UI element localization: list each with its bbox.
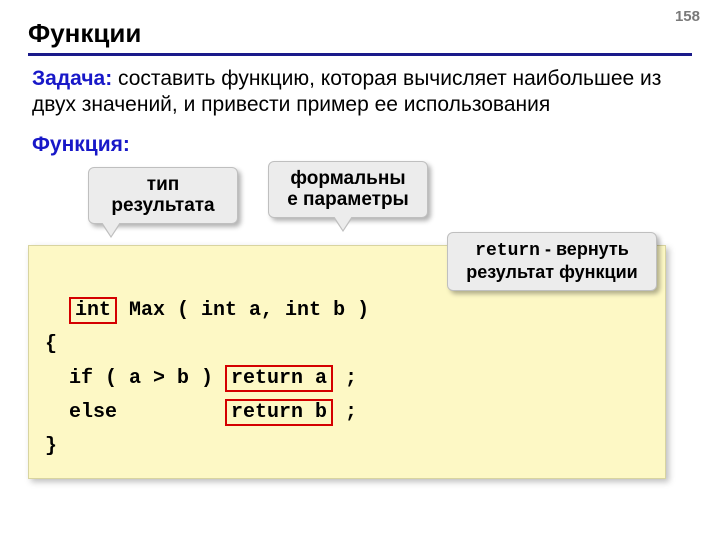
page-title: Функции <box>28 18 692 56</box>
task-label: Задача: <box>32 67 112 90</box>
code-semi-b: ; <box>333 401 357 424</box>
highlight-return-b: return b <box>225 399 333 426</box>
callout-return: return - вернуть результат функции <box>447 232 657 291</box>
callout-row: тип результата формальны е параметры <box>28 167 692 239</box>
callout-formal-params: формальны е параметры <box>268 161 428 219</box>
code-sig: Max ( int a, int b ) <box>117 299 369 322</box>
code-brace-open: { <box>45 333 57 356</box>
code-if: if ( a > b ) <box>45 367 225 390</box>
function-label: Функция: <box>32 133 692 157</box>
task-paragraph: Задача: составить функцию, которая вычис… <box>32 66 692 119</box>
callout-text: тип результата <box>111 174 214 217</box>
highlight-int: int <box>69 297 117 324</box>
task-text: составить функцию, которая вычисляет наи… <box>32 67 661 116</box>
code-block: return - вернуть результат функции int M… <box>28 245 666 479</box>
callout-text: формальны е параметры <box>287 168 409 211</box>
callout-result-type: тип результата <box>88 167 238 225</box>
code-semi-a: ; <box>333 367 357 390</box>
code-brace-close: } <box>45 435 57 458</box>
code-else: else <box>45 401 225 424</box>
page-number: 158 <box>675 8 700 25</box>
return-keyword: return <box>475 241 540 261</box>
highlight-return-a: return a <box>225 365 333 392</box>
